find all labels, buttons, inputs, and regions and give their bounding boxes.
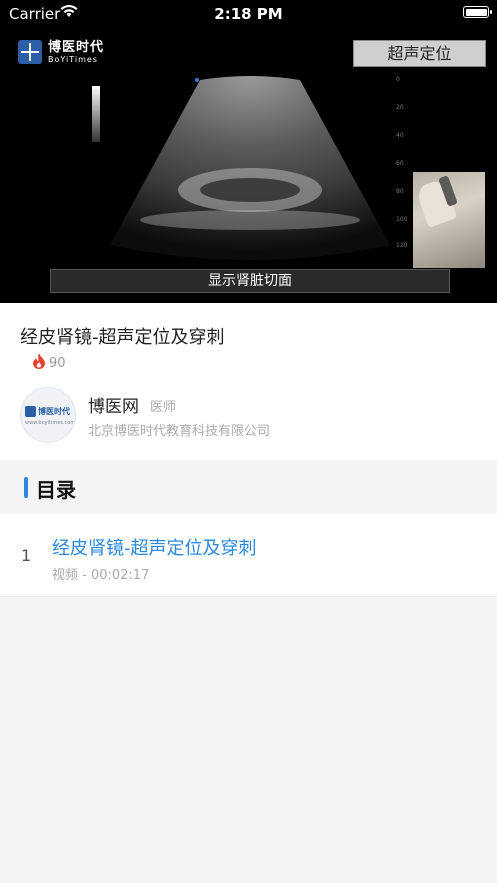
heat-count: 90 (32, 353, 66, 373)
course-info: 经皮肾镜-超声定位及穿刺 90 博医时代 www.boyitimes.com 博… (0, 303, 497, 460)
item-index: 1 (21, 546, 32, 565)
gain-scale-bar (92, 86, 100, 142)
flame-icon (32, 353, 46, 373)
heat-value: 90 (49, 355, 66, 371)
status-bar: Carrier 2:18 PM (0, 0, 497, 26)
logo-cn-text: 博医时代 (48, 39, 105, 55)
depth-scale: 0 20 40 60 80 100 120 (396, 76, 408, 249)
author-organization: 北京博医时代教育科技有限公司 (88, 424, 271, 439)
author-card[interactable]: 博医时代 www.boyitimes.com 博医网 医师 北京博医时代教育科技… (20, 387, 477, 443)
item-meta: 视频 - 00:02:17 (52, 568, 150, 583)
probe-inset-image (413, 172, 485, 268)
brand-logo: 博医时代 BoYiTimes (18, 40, 104, 64)
logo-en-text: BoYiTimes (48, 54, 98, 64)
logo-mark-icon (18, 40, 42, 64)
clock: 2:18 PM (214, 5, 283, 23)
item-title[interactable]: 经皮肾镜-超声定位及穿刺 (52, 534, 257, 560)
catalog-header: 目录 (0, 460, 497, 514)
avatar-logo-icon (25, 406, 36, 417)
battery-icon (463, 6, 492, 18)
ultrasound-image (110, 76, 390, 260)
course-title: 经皮肾镜-超声定位及穿刺 (20, 327, 225, 348)
video-section-tag: 超声定位 (353, 40, 486, 67)
video-player[interactable]: Carrier 2:18 PM 博医时代 BoYiTimes 超声定位 0 20… (0, 0, 497, 303)
section-marker (24, 477, 28, 498)
avatar-url: www.boyitimes.com (25, 420, 76, 426)
video-caption: 显示肾脏切面 (50, 269, 450, 293)
author-name: 博医网 (88, 397, 139, 417)
avatar[interactable]: 博医时代 www.boyitimes.com (20, 387, 76, 443)
author-role: 医师 (150, 400, 177, 415)
list-item[interactable]: 1 经皮肾镜-超声定位及穿刺 视频 - 00:02:17 (0, 514, 497, 597)
catalog-title: 目录 (36, 478, 76, 502)
avatar-text: 博医时代 (38, 407, 70, 416)
